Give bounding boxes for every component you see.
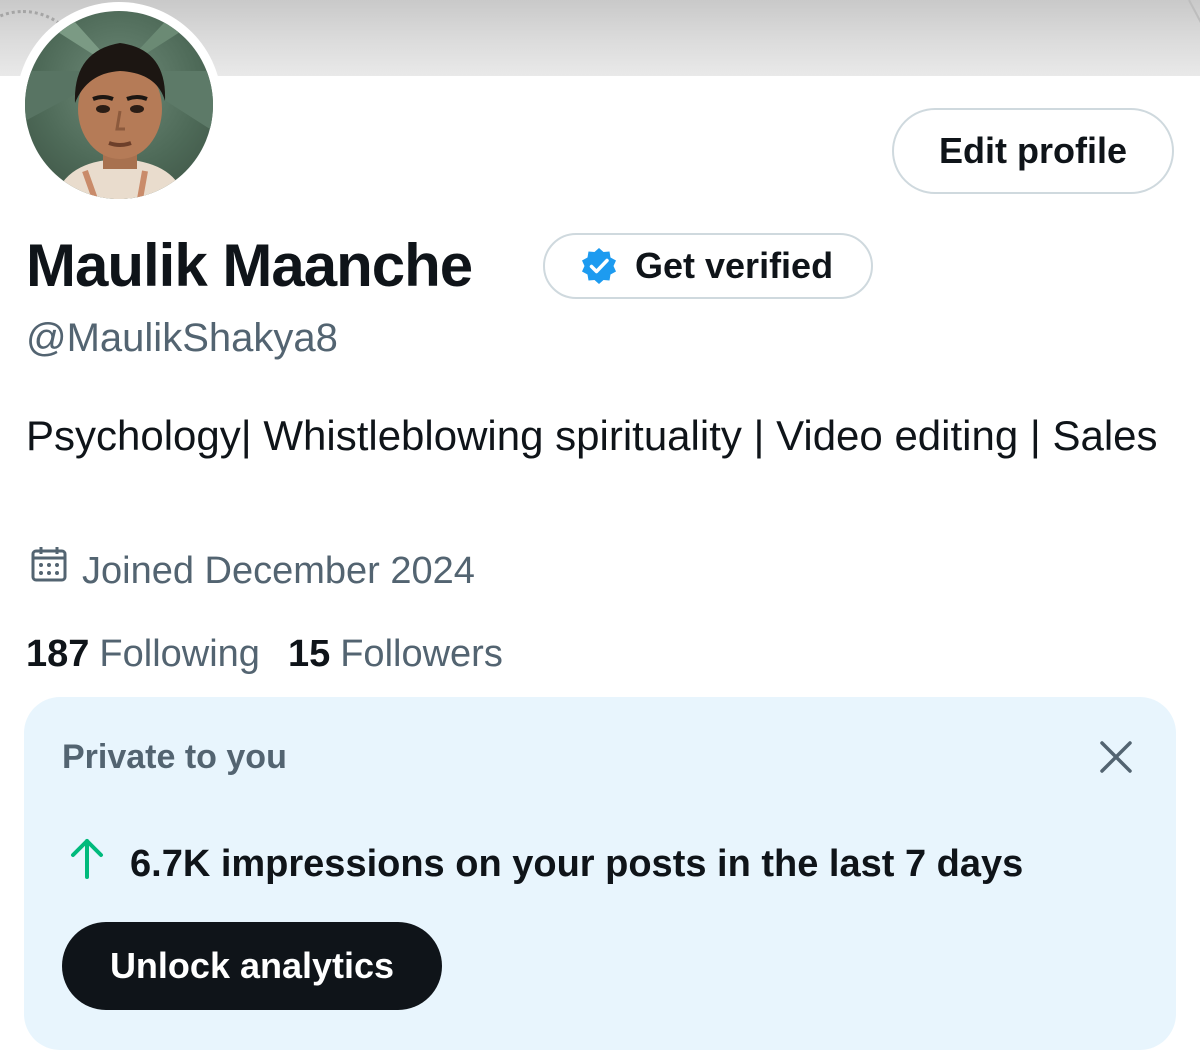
join-date: Joined December 2024: [30, 545, 475, 597]
join-date-text: Joined December 2024: [82, 550, 475, 592]
arrow-up-icon: [68, 835, 106, 892]
profile-bio: Psychology| Whistleblowing spirituality …: [26, 412, 1158, 459]
get-verified-label: Get verified: [635, 245, 834, 286]
followers-link[interactable]: 15 Followers: [288, 628, 503, 680]
close-icon[interactable]: [1096, 737, 1136, 777]
impressions-text: 6.7K impressions on your posts in the la…: [130, 842, 1024, 885]
private-analytics-card: Private to you 6.7K impressions on your …: [24, 697, 1176, 1050]
get-verified-button[interactable]: Get verified: [543, 233, 873, 299]
following-count: 187: [26, 633, 90, 675]
follow-stats: 187 Following 15 Followers: [26, 628, 503, 680]
edit-profile-button[interactable]: Edit profile: [892, 108, 1174, 194]
calendar-icon: [30, 545, 68, 597]
private-card-title: Private to you: [62, 738, 287, 776]
following-label: Following: [99, 633, 260, 675]
user-handle: @MaulikShakya8: [26, 316, 338, 360]
display-name: Maulik Maanche: [26, 232, 473, 299]
followers-label: Followers: [340, 633, 503, 675]
impressions-summary: 6.7K impressions on your posts in the la…: [68, 835, 1023, 892]
followers-count: 15: [287, 633, 331, 675]
banner-decoration-line: [1188, 0, 1200, 68]
verified-badge-icon: [579, 246, 619, 286]
unlock-analytics-button[interactable]: Unlock analytics: [62, 922, 442, 1010]
avatar[interactable]: [25, 11, 213, 199]
following-link[interactable]: 187 Following: [26, 628, 260, 680]
